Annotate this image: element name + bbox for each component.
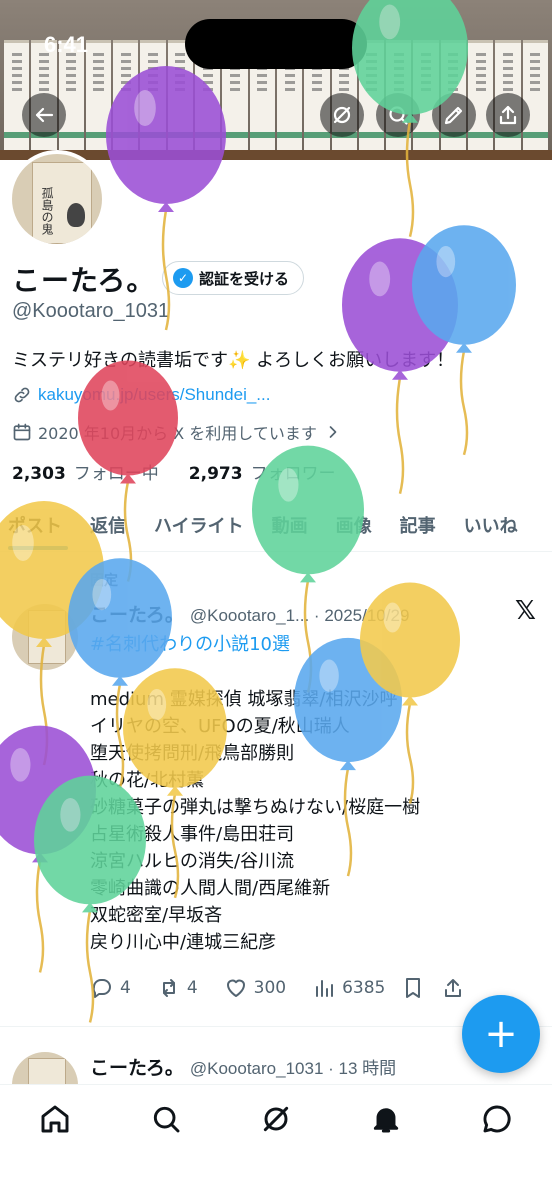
nav-home[interactable] (27, 1103, 83, 1147)
nav-search[interactable] (138, 1103, 194, 1147)
balloon-blue (412, 225, 516, 456)
post-hashtag[interactable]: #名刺代わりの小説10選 (90, 630, 290, 656)
post-header: こーたろ。 @Koootaro_1031 · 13 時間 (90, 1053, 396, 1080)
tab-articles[interactable]: 記事 (386, 502, 450, 548)
reply-button[interactable]: 4 (90, 976, 131, 1000)
post-header: こーたろ。 @Koootaro_1... · 2025/10/29 (90, 600, 409, 627)
post-actions: 4 4 300 6385 (90, 976, 540, 1000)
reply-count: 4 (120, 978, 131, 998)
bookmark-button[interactable] (401, 976, 425, 1000)
messages-icon (483, 1105, 511, 1133)
search-icon (389, 106, 408, 125)
post-line: イリヤの空、UFOの夏/秋山瑞人 (90, 716, 350, 737)
following-count[interactable]: 2,303 (12, 464, 66, 484)
get-verified-label: 認証を受ける (199, 269, 290, 288)
analytics-icon (316, 980, 334, 997)
profile-bio: ミステリ好きの読書垢です✨ よろしくお願いします！ (12, 350, 455, 371)
grok-button[interactable] (320, 93, 364, 137)
post-line: 戻り川心中/連城三紀彦 (90, 932, 277, 953)
search-icon (153, 1106, 180, 1133)
joined-text: 2020 年10月から X を利用しています (38, 424, 317, 443)
arrow-left-icon (35, 107, 54, 123)
pencil-icon (444, 106, 463, 125)
like-button[interactable]: 300 (224, 976, 286, 1000)
tab-posts[interactable]: ポスト (0, 502, 76, 550)
balloon-purple (0, 725, 96, 973)
verified-badge-icon: ✓ (173, 268, 193, 288)
calendar-icon (13, 423, 31, 441)
post-share-button[interactable] (441, 976, 465, 1000)
tab-highlights[interactable]: ハイライト (140, 502, 258, 548)
share-icon (499, 105, 517, 125)
view-count: 6385 (342, 978, 386, 998)
heart-icon (226, 979, 245, 997)
back-button[interactable] (22, 93, 66, 137)
post-body: medium 霊媒探偵 城塚翡翠/相沢沙呼 イリヤの空、UFOの夏/秋山瑞人 堕… (90, 686, 420, 956)
post-meta: @Koootaro_1031 · 13 時間 (189, 1059, 397, 1078)
tab-photos[interactable]: 画像 (322, 502, 386, 548)
views-button[interactable]: 6385 (312, 976, 385, 1000)
nav-messages[interactable] (469, 1103, 525, 1147)
display-name: こーたろ。 (12, 264, 156, 297)
post-line: 零崎曲識の人間人間/西尾維新 (90, 878, 331, 899)
chevron-right-icon (329, 426, 337, 438)
tab-replies[interactable]: 返信 (76, 502, 140, 548)
post-line: 秋の花/北村薫 (90, 770, 205, 791)
joined-date[interactable]: 2020 年10月から X を利用しています (12, 420, 343, 444)
like-count: 300 (253, 978, 287, 998)
tab-videos[interactable]: 動画 (258, 502, 322, 548)
dynamic-island (185, 19, 367, 69)
post-line: 占星術殺人事件/島田荘司 (90, 824, 295, 845)
reply-icon (92, 979, 111, 998)
post-line: medium 霊媒探偵 城塚翡翠/相沢沙呼 (90, 689, 398, 710)
share-icon (445, 979, 462, 997)
post-meta: @Koootaro_1... · 2025/10/29 (189, 606, 410, 625)
repost-count: 4 (186, 978, 198, 998)
followers-count[interactable]: 2,973 (189, 464, 243, 484)
post-line: 堕天使拷問刑/飛鳥部勝則 (90, 743, 295, 764)
repost-icon (162, 979, 175, 997)
home-icon (41, 1105, 69, 1133)
share-button[interactable] (486, 93, 530, 137)
grok-icon (263, 1106, 289, 1132)
profile-tabs: ポスト 返信 ハイライト 動画 画像 記事 いいね (0, 502, 552, 552)
follow-counts: 2,303 フォロー中 2,973 フォロワー (12, 459, 336, 484)
profile-avatar[interactable]: 孤島の鬼 (8, 150, 106, 248)
post-line: 砂糖菓子の弾丸は撃ちぬけない/桜庭一樹 (90, 797, 421, 818)
grok-icon (333, 106, 351, 124)
edit-button[interactable] (432, 93, 476, 137)
status-time: 6:41 (44, 32, 89, 57)
user-handle: @Koootaro_1031 (12, 300, 170, 322)
bottom-nav (0, 1084, 552, 1200)
bookmark-icon (406, 978, 421, 998)
avatar-book-title: 孤島の鬼 (40, 187, 54, 235)
profile-link[interactable]: kakuyomu.jp/users/Shundei_... (12, 385, 270, 405)
profile-link-text[interactable]: kakuyomu.jp/users/Shundei_... (38, 385, 270, 405)
post-author-name[interactable]: こーたろ。 (90, 1053, 184, 1080)
post-line: 涼宮ハルヒの消失/谷川流 (90, 851, 295, 872)
following-label[interactable]: フォロー中 (74, 459, 159, 484)
followers-label[interactable]: フォロワー (251, 459, 336, 484)
post-avatar[interactable] (12, 604, 78, 670)
search-button[interactable] (376, 93, 420, 137)
repost-button[interactable]: 4 (157, 976, 198, 1000)
get-verified-button[interactable]: ✓ 認証を受ける (162, 261, 305, 295)
post-line: 双蛇密室/早坂吝 (90, 905, 223, 926)
pinned-label: 固定 (90, 573, 118, 589)
tab-likes[interactable]: いいね (450, 502, 532, 548)
compose-post-button[interactable]: + (462, 995, 540, 1073)
link-icon (14, 387, 30, 403)
nav-notifications[interactable] (358, 1103, 414, 1147)
x-logo-icon: 𝕏 (515, 596, 536, 626)
nav-grok[interactable] (248, 1103, 304, 1147)
notifications-icon (374, 1108, 399, 1133)
post-author-name[interactable]: こーたろ。 (90, 600, 184, 627)
